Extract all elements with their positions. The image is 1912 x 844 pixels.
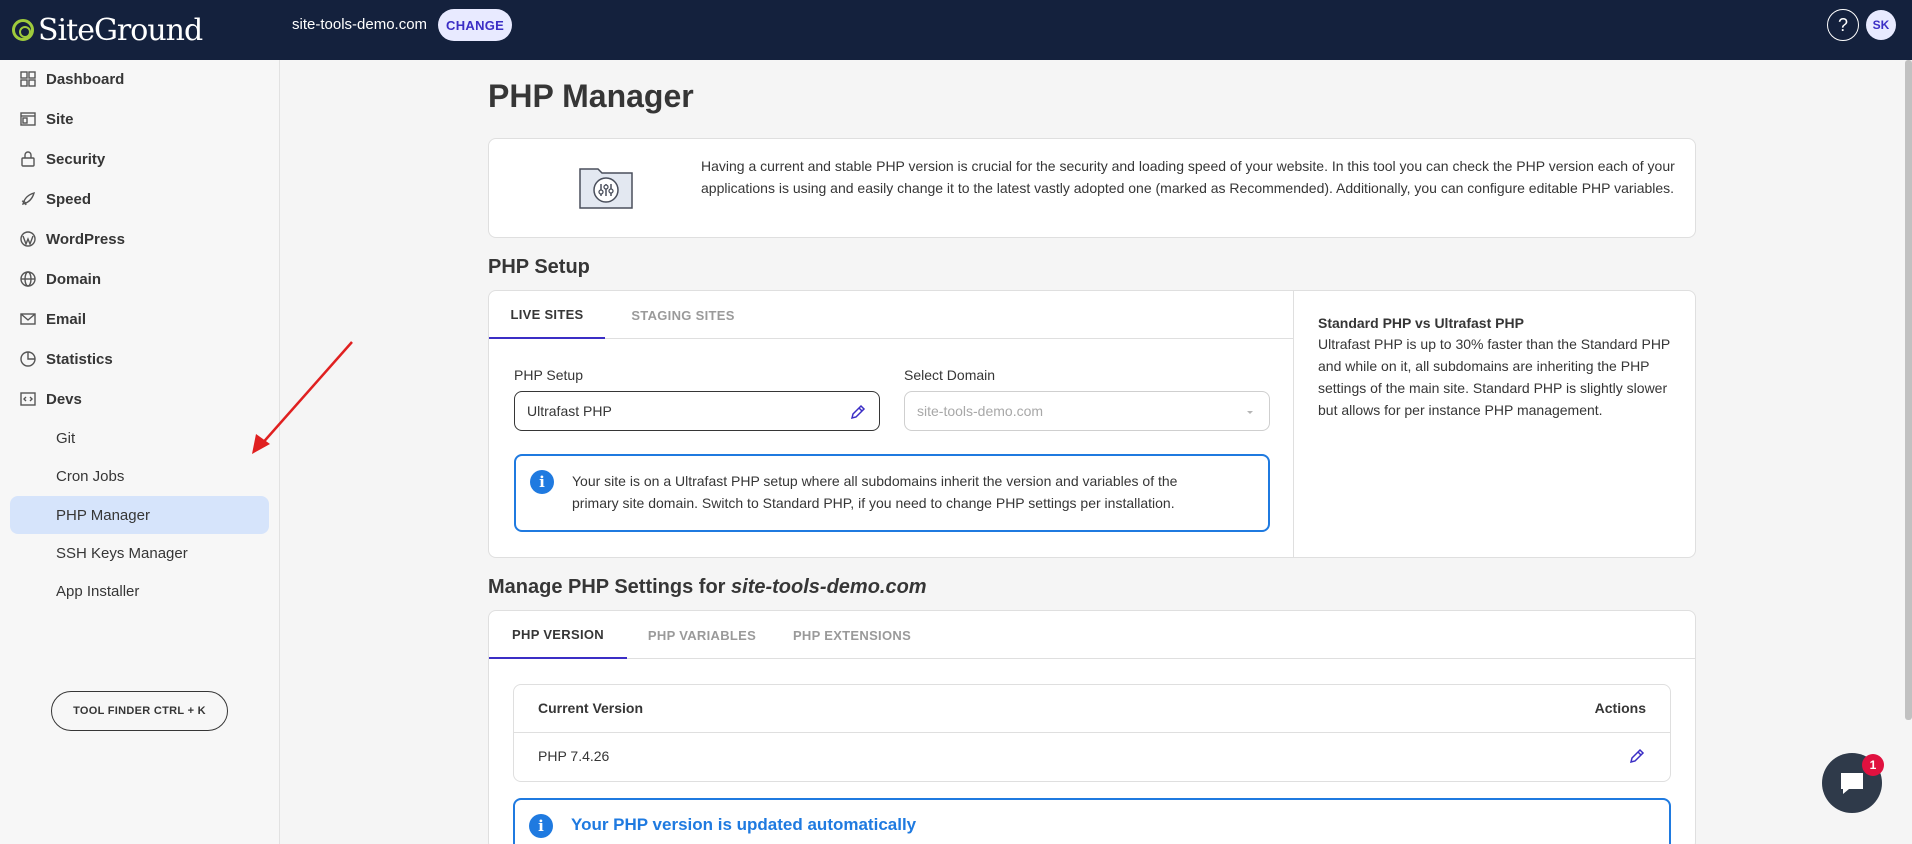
info-text-line: primary site domain. Switch to Standard … xyxy=(572,495,1175,511)
current-version-value: PHP 7.4.26 xyxy=(538,748,610,764)
php-setup-field[interactable]: Ultrafast PHP xyxy=(514,391,880,431)
lock-icon xyxy=(18,149,38,169)
sidebar-item-domain[interactable]: Domain xyxy=(18,264,101,294)
auto-update-text: Your PHP version is updated automaticall… xyxy=(571,815,917,834)
logo-text: SiteGround xyxy=(38,12,203,48)
info-icon: i xyxy=(530,470,554,494)
info-text-line: Your site is on a Ultrafast PHP setup wh… xyxy=(572,473,1178,489)
sidebar-subitem-ssh-keys-manager[interactable]: SSH Keys Manager xyxy=(10,534,269,572)
top-bar: SiteGround site-tools-demo.com CHANGE ? … xyxy=(0,0,1912,60)
chat-notification-badge: 1 xyxy=(1862,754,1884,776)
select-domain-dropdown[interactable]: site-tools-demo.com xyxy=(904,391,1270,431)
php-setup-title: PHP Setup xyxy=(488,256,590,278)
setup-tabs: LIVE SITES STAGING SITES xyxy=(489,291,1293,339)
edit-pencil-icon[interactable] xyxy=(849,403,867,421)
comparison-text: Ultrafast PHP is up to 30% faster than t… xyxy=(1318,336,1671,418)
edit-version-icon[interactable] xyxy=(1628,747,1646,765)
sidebar-subitem-php-manager[interactable]: PHP Manager xyxy=(10,496,269,534)
info-icon: i xyxy=(529,814,553,838)
page-title: PHP Manager xyxy=(488,78,694,114)
sidebar-subitem-app-installer[interactable]: App Installer xyxy=(10,572,269,610)
code-icon xyxy=(18,389,38,409)
intro-text: Having a current and stable PHP version … xyxy=(701,158,1675,196)
table-header-row: Current Version Actions xyxy=(514,685,1670,733)
sidebar-item-security[interactable]: Security xyxy=(18,144,105,174)
sidebar-subitem-git[interactable]: Git xyxy=(10,419,269,457)
site-icon xyxy=(18,109,38,129)
php-setup-label: PHP Setup xyxy=(514,367,584,383)
sidebar-item-label: Devs xyxy=(46,390,82,408)
globe-icon xyxy=(18,269,38,289)
user-avatar[interactable]: SK xyxy=(1866,10,1896,40)
php-setup-card: LIVE SITES STAGING SITES PHP Setup Ultra… xyxy=(488,290,1696,558)
col-current-version: Current Version xyxy=(538,700,644,716)
siteground-logo[interactable]: SiteGround xyxy=(12,12,203,48)
sidebar-item-devs[interactable]: Devs xyxy=(18,384,82,414)
manage-title-prefix: Manage PHP Settings for xyxy=(488,576,726,598)
chevron-down-icon xyxy=(1247,411,1253,414)
info-text: Your site is on a Ultrafast PHP setup wh… xyxy=(572,470,1177,514)
rocket-icon xyxy=(18,189,38,209)
php-setup-value: Ultrafast PHP xyxy=(527,403,612,419)
manage-tabs: PHP VERSION PHP VARIABLES PHP EXTENSIONS xyxy=(489,611,1695,659)
php-setup-panel: LIVE SITES STAGING SITES PHP Setup Ultra… xyxy=(489,291,1294,557)
tab-php-version[interactable]: PHP VERSION xyxy=(489,611,627,659)
manage-title-domain: site-tools-demo.com xyxy=(731,576,927,598)
sidebar-item-label: Dashboard xyxy=(46,70,125,88)
intro-card: Having a current and stable PHP version … xyxy=(488,138,1696,238)
sidebar-item-label: Speed xyxy=(46,190,92,208)
page-scrollbar[interactable] xyxy=(1905,60,1912,720)
sidebar-item-dashboard[interactable]: Dashboard xyxy=(18,64,124,94)
siteground-logo-icon xyxy=(12,19,34,41)
pie-chart-icon xyxy=(18,349,38,369)
php-folder-icon xyxy=(579,168,633,209)
sidebar-item-label: WordPress xyxy=(46,230,125,248)
select-domain-value: site-tools-demo.com xyxy=(917,403,1044,419)
auto-update-info-box: i Your PHP version is updated automatica… xyxy=(513,798,1671,844)
manage-php-title: Manage PHP Settings for site-tools-demo.… xyxy=(488,576,927,599)
envelope-icon xyxy=(18,309,38,329)
tab-staging-sites[interactable]: STAGING SITES xyxy=(617,291,749,339)
change-site-button[interactable]: CHANGE xyxy=(438,9,513,41)
chat-bubble-icon xyxy=(1841,773,1863,794)
tool-finder-button[interactable]: TOOL FINDER CTRL + K xyxy=(51,691,228,731)
current-site-name: site-tools-demo.com xyxy=(292,16,428,33)
sidebar-item-email[interactable]: Email xyxy=(18,304,86,334)
sidebar-item-wordpress[interactable]: WordPress xyxy=(18,224,125,254)
wordpress-icon xyxy=(18,229,38,249)
tab-php-variables[interactable]: PHP VARIABLES xyxy=(639,611,765,659)
sidebar-item-speed[interactable]: Speed xyxy=(18,184,91,214)
tab-php-extensions[interactable]: PHP EXTENSIONS xyxy=(785,611,919,659)
table-row: PHP 7.4.26 xyxy=(514,733,1670,781)
php-comparison-panel: Standard PHP vs Ultrafast PHP Ultrafast … xyxy=(1294,291,1696,557)
comparison-title: Standard PHP vs Ultrafast PHP xyxy=(1318,315,1524,331)
tab-live-sites[interactable]: LIVE SITES xyxy=(489,291,605,339)
col-actions: Actions xyxy=(1594,700,1646,716)
sidebar-item-site[interactable]: Site xyxy=(18,104,74,134)
sidebar-item-label: Domain xyxy=(46,270,102,288)
sidebar-item-label: Statistics xyxy=(46,350,113,368)
sidebar: Dashboard Site Security Speed WordPress … xyxy=(0,60,280,844)
php-version-table: Current Version Actions PHP 7.4.26 xyxy=(513,684,1671,782)
sidebar-item-label: Site xyxy=(46,110,74,128)
annotation-arrow xyxy=(252,341,353,454)
sidebar-subitem-cron-jobs[interactable]: Cron Jobs xyxy=(10,457,269,495)
dashboard-icon xyxy=(18,69,38,89)
ultrafast-info-box: i Your site is on a Ultrafast PHP setup … xyxy=(514,454,1270,532)
select-domain-label: Select Domain xyxy=(904,367,996,383)
sidebar-item-label: Security xyxy=(46,150,106,168)
help-icon[interactable]: ? xyxy=(1827,9,1859,41)
sidebar-item-statistics[interactable]: Statistics xyxy=(18,344,113,374)
manage-php-card: PHP VERSION PHP VARIABLES PHP EXTENSIONS… xyxy=(488,610,1696,844)
sidebar-item-label: Email xyxy=(46,310,87,328)
